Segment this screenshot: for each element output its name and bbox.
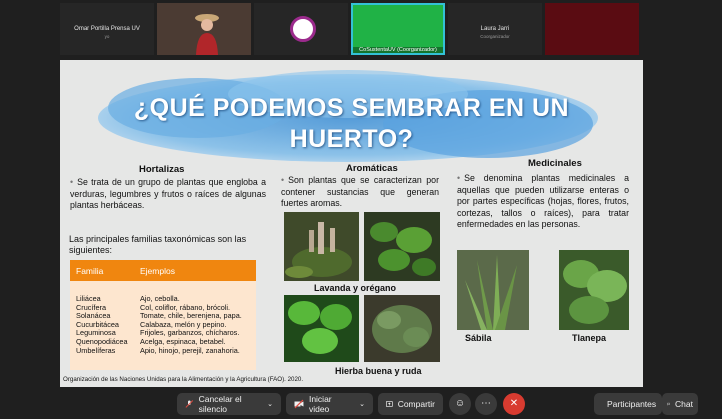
source-citation: Organización de las Naciones Unidas para… [63, 376, 304, 383]
tlanepa-photo [559, 250, 629, 330]
bullet-icon: • [457, 173, 461, 183]
medicinales-text: • Se denomina plantas medicinales a aquel… [457, 173, 629, 229]
participant-name: CoSustentaUV (Coorganizador) [353, 47, 443, 53]
aromaticas-heading: Aromáticas [346, 163, 398, 174]
hortalizas-text: • Se trata de un grupo de plantas que eng… [70, 177, 266, 210]
bullet-icon: • [281, 175, 285, 185]
unmute-label: Cancelar el silencio [198, 394, 242, 414]
start-video-button[interactable]: Iniciar video ⌄ [286, 393, 373, 415]
family-column: Liliácea Crucífera Solanácea Cucurbitáce… [70, 294, 140, 355]
slide-title-line2: HUERTO? [289, 125, 414, 153]
examples-column: Ajo, cebolla. Col, coliflor, rábano, bró… [140, 294, 242, 355]
university-logo-icon [290, 16, 316, 42]
participants-button[interactable]: Participantes [594, 393, 662, 415]
participant-video-tile[interactable] [545, 3, 639, 55]
participant-name: Laura Jarri [480, 26, 510, 32]
participant-strip: Omar Portilla Prensa UV yo CoSustentaUV … [60, 3, 639, 55]
families-table-body: Liliácea Crucífera Solanácea Cucurbitáce… [70, 281, 256, 355]
chat-icon [667, 402, 670, 406]
example-cell: Apio, hinojo, perejil, zanahoria. [140, 345, 240, 355]
medicinales-heading: Medicinales [528, 158, 582, 169]
share-button[interactable]: Compartir [378, 393, 443, 415]
lavanda-caption: Lavanda y orégano [314, 283, 397, 293]
families-title: Las principales familias taxonómicas son… [69, 234, 247, 255]
hortalizas-heading: Hortalizas [139, 164, 185, 175]
leave-call-button[interactable]: ✕ [503, 393, 525, 415]
families-table: Familia Ejemplos Liliácea Crucífera Sola… [70, 260, 256, 370]
chat-label: Chat [675, 399, 693, 409]
family-cell: Umbelíferas [76, 345, 116, 355]
chevron-down-icon[interactable]: ⌄ [359, 400, 365, 408]
more-icon: ⋯ [481, 398, 491, 409]
participant-tile-active[interactable]: CoSustentaUV (Coorganizador) [351, 3, 445, 55]
families-table-header: Familia Ejemplos [70, 260, 256, 281]
start-video-label: Iniciar video [308, 394, 332, 414]
hierbabuena-caption: Hierba buena y ruda [335, 366, 422, 376]
hierbabuena-photo [284, 295, 359, 362]
lavanda-photo [284, 212, 359, 281]
sabila-caption: Sábila [465, 333, 492, 343]
chevron-down-icon[interactable]: ⌄ [267, 400, 273, 408]
share-screen-icon [386, 401, 393, 407]
slide-title: ¿QUÉ PODEMOS SEMBRAR EN UN HUERTO? [60, 93, 643, 155]
participant-tile[interactable]: Laura Jarri Coorganizador [448, 3, 542, 55]
reactions-button[interactable]: ☺ [449, 393, 471, 415]
more-options-button[interactable]: ⋯ [475, 393, 497, 415]
aromaticas-text: • Son plantas que se caracterizan por con… [281, 175, 439, 208]
sabila-photo [457, 250, 529, 330]
meeting-window: Omar Portilla Prensa UV yo CoSustentaUV … [0, 0, 722, 419]
participant-video-tile[interactable] [157, 3, 251, 55]
bullet-icon: • [70, 177, 74, 187]
slide-title-line1: ¿QUÉ PODEMOS SEMBRAR EN UN [133, 94, 570, 122]
close-icon: ✕ [509, 398, 519, 409]
chat-button[interactable]: Chat [662, 393, 698, 415]
participant-role: yo [104, 34, 110, 39]
microphone-muted-icon [185, 400, 194, 408]
tlanepa-caption: Tlanepa [572, 333, 607, 343]
unmute-button[interactable]: Cancelar el silencio ⌄ [177, 393, 281, 415]
smiley-icon: ☺ [454, 398, 466, 409]
participant-video-icon [195, 14, 219, 55]
participant-name: Omar Portilla Prensa UV [74, 26, 140, 32]
camera-off-icon [294, 399, 304, 409]
oregano-photo [364, 212, 440, 281]
participant-logo-tile[interactable] [254, 3, 348, 55]
examples-column-header: Ejemplos [140, 265, 175, 276]
shared-screen-slide: ¿QUÉ PODEMOS SEMBRAR EN UN HUERTO? Horta… [60, 60, 643, 387]
participant-tile[interactable]: Omar Portilla Prensa UV yo [60, 3, 154, 55]
participant-role: Coorganizador [480, 34, 510, 39]
share-label: Compartir [397, 399, 435, 409]
family-column-header: Familia [76, 265, 104, 276]
ruda-photo [364, 295, 440, 362]
participants-label: Participantes [607, 399, 657, 409]
